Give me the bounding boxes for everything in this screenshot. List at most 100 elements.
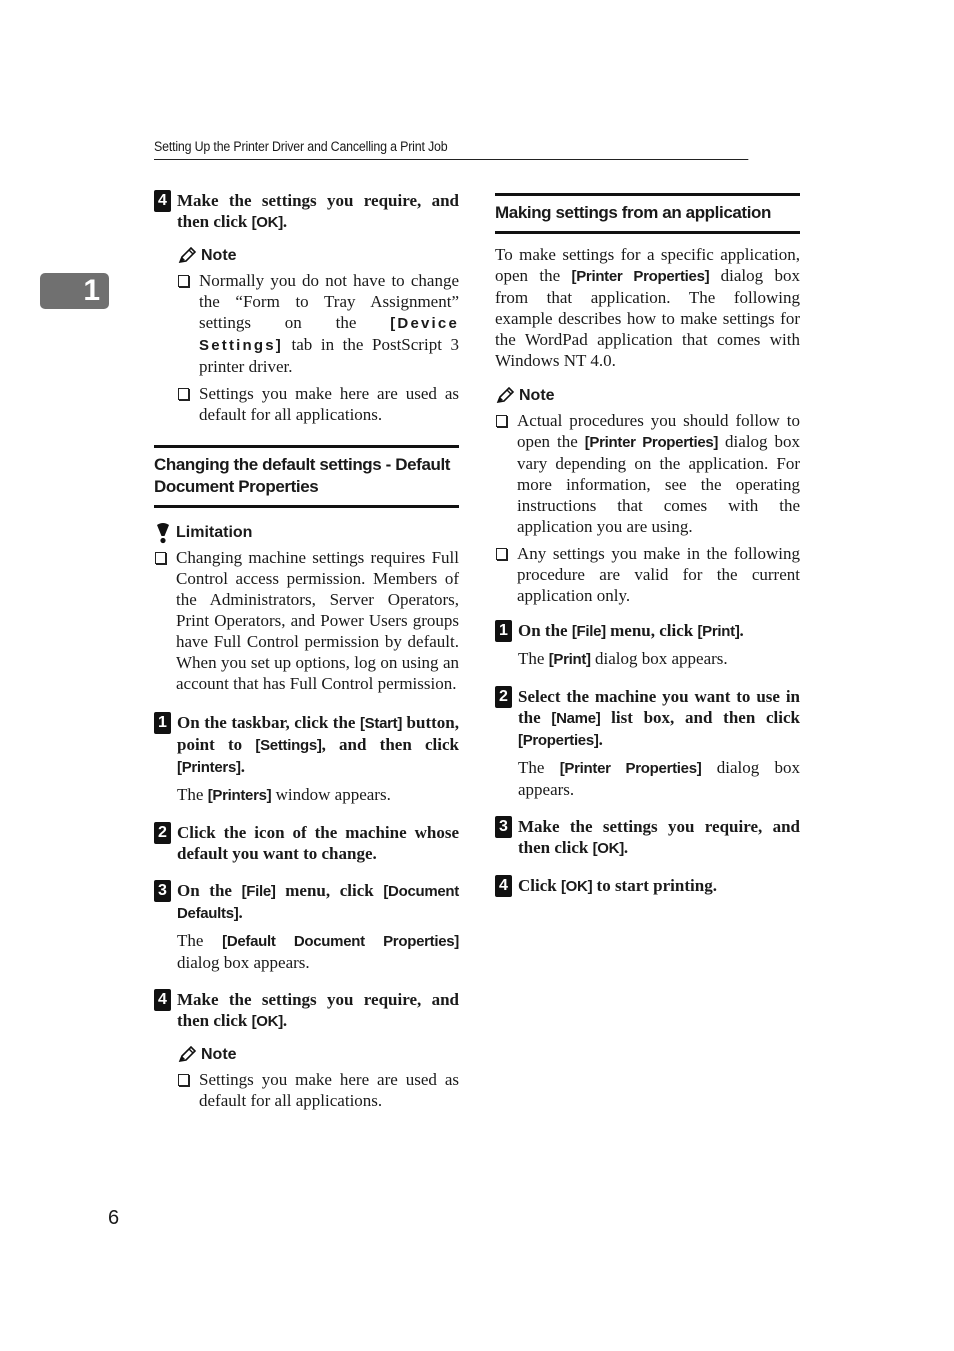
- text-run: The: [177, 931, 223, 950]
- text-run: list box, and then click: [600, 708, 800, 727]
- pencil-icon: [495, 387, 515, 405]
- checkbox-bullet-icon: [178, 275, 189, 287]
- text-run: .: [238, 903, 243, 922]
- step-1: 1 On the taskbar, click the [Start] butto…: [154, 712, 459, 778]
- step-2: 2 Click the icon of the machine whose def…: [154, 822, 459, 864]
- running-header: Setting Up the Printer Driver and Cancel…: [154, 139, 749, 160]
- ui-label-ref: [Default Document Properties]: [222, 933, 459, 950]
- ui-label-ref: [Printers]: [207, 787, 272, 804]
- text-run: On the taskbar, click the: [177, 713, 360, 732]
- ui-label-ref: [Print]: [548, 651, 591, 668]
- ui-label-ref: [Settings]: [255, 737, 322, 754]
- text-run: The: [518, 649, 549, 668]
- ui-label-ref: [Print]: [697, 623, 740, 640]
- checkbox-bullet-icon: [155, 552, 166, 564]
- ui-label-ref: [Start]: [359, 715, 403, 732]
- section-title-default-settings: Changing the default settings - Default …: [154, 445, 459, 508]
- text-run: On the: [177, 881, 242, 900]
- ui-label-ref: [Printer Properties]: [584, 434, 719, 451]
- text-run: Click the icon of the machine whose defa…: [177, 823, 459, 863]
- ui-label-ref: [Printer Properties]: [571, 268, 710, 285]
- text-run: The: [177, 785, 208, 804]
- text-run: , and then click: [321, 735, 459, 754]
- step-3: 3 Make the settings you require, and then…: [495, 816, 800, 859]
- note-item: Normally you do not have to change the “…: [177, 270, 459, 377]
- intro-paragraph: To make settings for a specific applicat…: [495, 244, 800, 371]
- ok-button-ref: [OK]: [251, 214, 284, 231]
- text-run: Any settings you make in the following p…: [517, 544, 800, 605]
- note-item: Settings you make here are used as defau…: [177, 383, 459, 425]
- text-run: window appears.: [271, 785, 391, 804]
- chapter-number: 1: [83, 274, 100, 307]
- note-item: Any settings you make in the following p…: [495, 543, 800, 606]
- note-heading: Note: [177, 245, 459, 267]
- text-run: .: [240, 757, 245, 776]
- text-run: dialog box appears.: [177, 953, 310, 972]
- note-heading: Note: [495, 385, 800, 407]
- limitation-item: Changing machine settings requires Full …: [154, 547, 459, 694]
- pencil-icon: [177, 247, 197, 265]
- exclamation-icon: [154, 522, 172, 544]
- ui-label-ref: [Name]: [551, 710, 601, 727]
- checkbox-bullet-icon: [496, 548, 507, 560]
- text-run: dialog box appears.: [590, 649, 728, 668]
- limitation-heading: Limitation: [154, 522, 459, 544]
- ui-label-ref: [OK]: [592, 840, 625, 857]
- step-4: 4 Click [OK] to start printing.: [495, 875, 800, 897]
- text-run: Make the settings you require, and then …: [177, 990, 459, 1030]
- step-result: The [Print] dialog box appears.: [495, 648, 800, 670]
- step-number-badge: 4: [495, 875, 512, 897]
- note-block: Note Actual procedures you should follow…: [495, 385, 800, 606]
- note-item: Actual procedures you should follow to o…: [495, 410, 800, 537]
- step-4-top: 4 Make the settings you require, and the…: [154, 190, 459, 233]
- step-number-badge: 3: [154, 880, 171, 902]
- text-run: Make the settings you require, and then …: [518, 817, 800, 857]
- text-run: to start printing.: [592, 876, 717, 895]
- step-3: 3 On the [File] menu, click [Document Def…: [154, 880, 459, 924]
- checkbox-bullet-icon: [178, 1074, 189, 1086]
- ui-label-ref: [Printer Properties]: [559, 760, 702, 777]
- text-run: The: [518, 758, 560, 777]
- ui-label-ref: [Printers]: [177, 759, 241, 776]
- note-block: Note Settings you make here are used as d…: [154, 1044, 459, 1111]
- step-1: 1 On the [File] menu, click [Print].: [495, 620, 800, 642]
- text-run: .: [623, 838, 629, 857]
- limitation-block: Limitation Changing machine settings req…: [154, 522, 459, 694]
- note-label: Note: [201, 1046, 237, 1063]
- text-run: .: [598, 730, 603, 749]
- text-run: menu, click: [605, 621, 698, 640]
- step-number-badge: 1: [495, 620, 512, 642]
- step-number-badge: 1: [154, 712, 171, 734]
- step-number-badge: 4: [154, 190, 171, 212]
- right-column: Making settings from an application To m…: [495, 193, 800, 897]
- checkbox-bullet-icon: [496, 415, 507, 427]
- pencil-icon: [177, 1046, 197, 1064]
- step-number-badge: 3: [495, 816, 512, 838]
- chapter-tab: 1: [40, 273, 109, 309]
- page-number: 6: [108, 1207, 120, 1229]
- ui-label-ref: [OK]: [560, 878, 593, 895]
- note-block: Note Normally you do not have to change …: [154, 245, 459, 425]
- step-2: 2 Select the machine you want to use in t…: [495, 686, 800, 751]
- text-run: .: [739, 621, 744, 640]
- ui-label-ref: [OK]: [251, 1013, 284, 1030]
- note-heading: Note: [177, 1044, 459, 1066]
- step-result: The [Printers] window appears.: [154, 784, 459, 806]
- ui-label-ref: [File]: [571, 623, 606, 640]
- checkbox-bullet-icon: [178, 388, 189, 400]
- text-run: Settings you make here are used as defau…: [199, 1070, 459, 1110]
- left-column: 4 Make the settings you require, and the…: [154, 190, 459, 1111]
- text-run: On the: [518, 621, 572, 640]
- text-run: .: [282, 1011, 288, 1030]
- step-result: The [Printer Properties] dialog box appe…: [495, 757, 800, 800]
- step-number-badge: 2: [495, 686, 512, 708]
- text-run: menu, click: [275, 881, 384, 900]
- step-number-badge: 4: [154, 989, 171, 1011]
- step-result: The [Default Document Properties] dialog…: [154, 930, 459, 973]
- ui-label-ref: [Properties]: [518, 732, 599, 749]
- step-number-badge: 2: [154, 822, 171, 844]
- text-run: Click: [518, 876, 561, 895]
- step-4: 4 Make the settings you require, and then…: [154, 989, 459, 1032]
- ui-label-ref: [File]: [241, 883, 276, 900]
- section-title-from-application: Making settings from an application: [495, 193, 800, 234]
